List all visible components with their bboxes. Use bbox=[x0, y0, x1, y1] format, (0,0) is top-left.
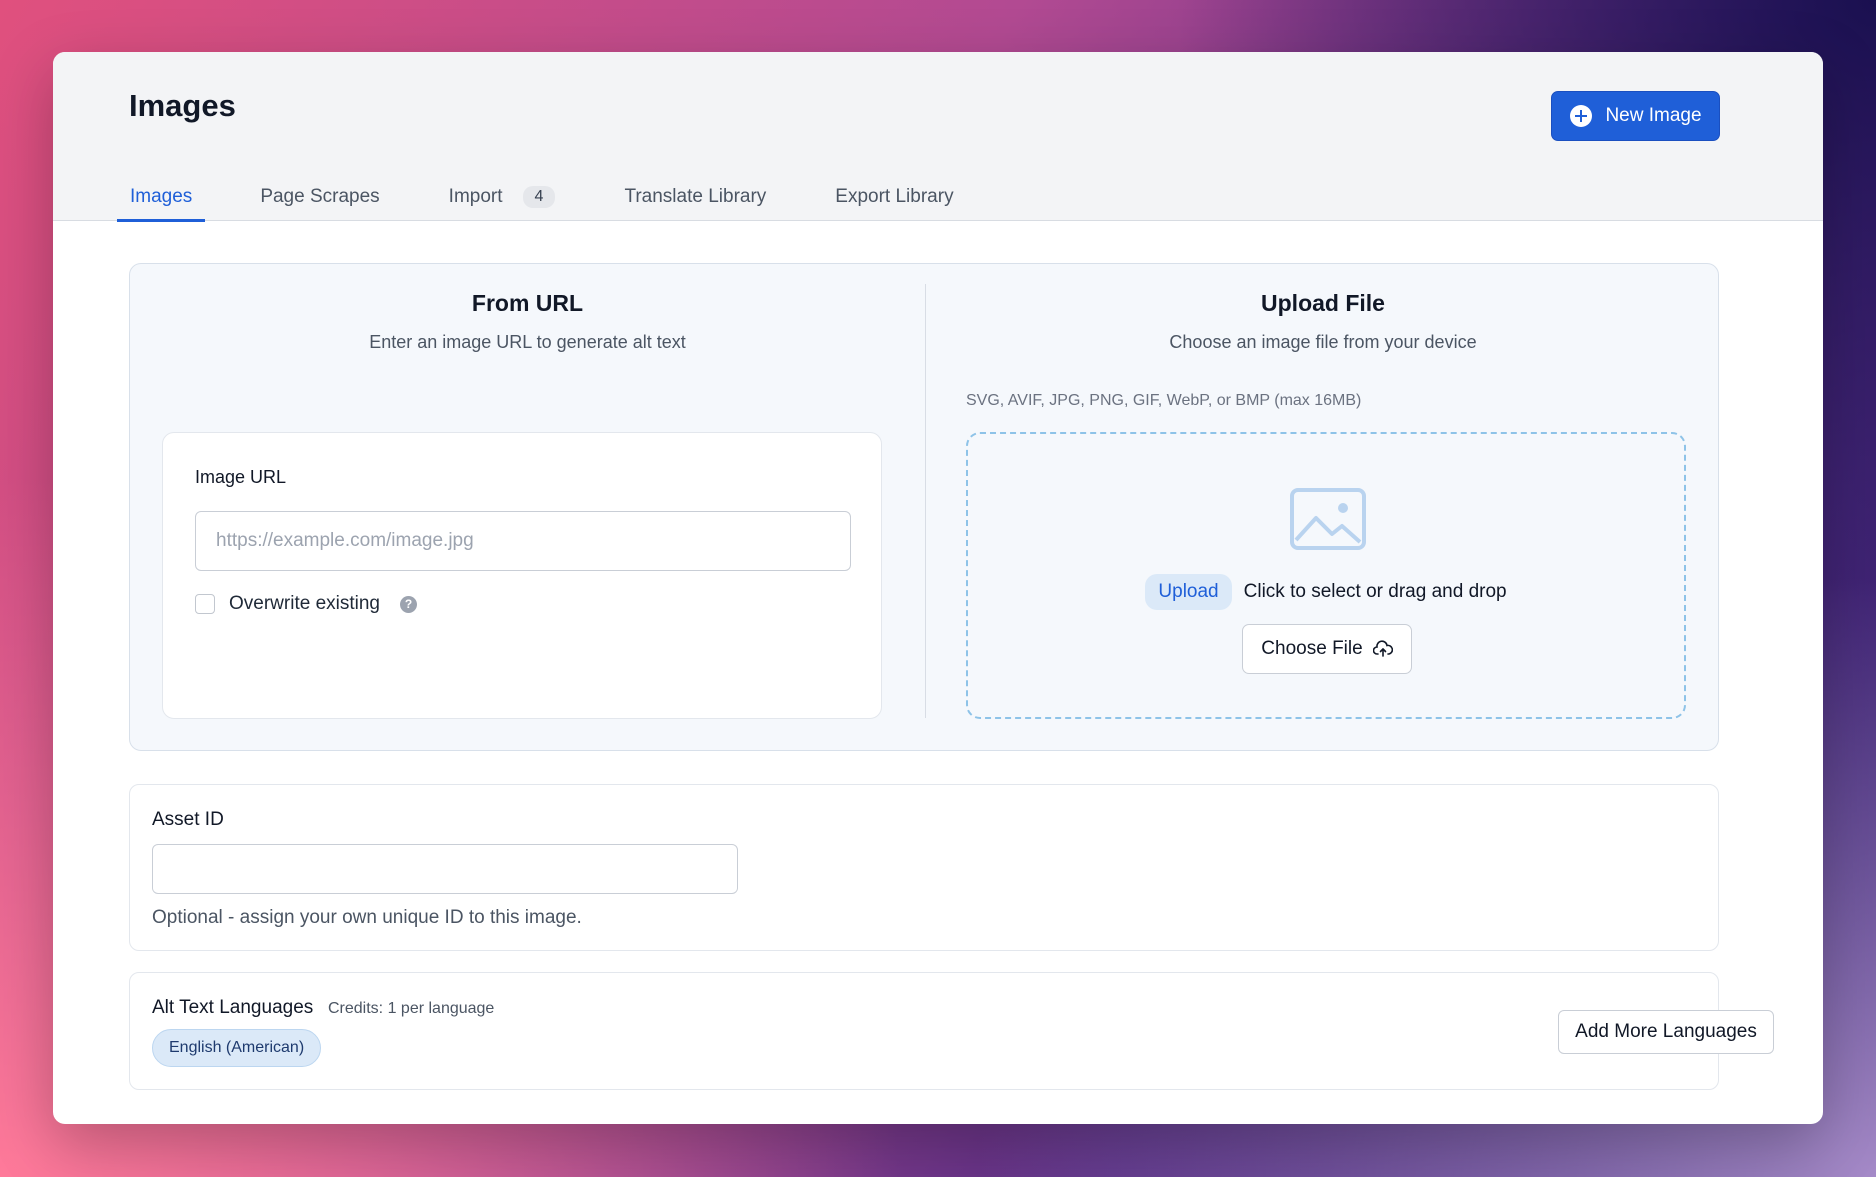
asset-id-input[interactable] bbox=[152, 844, 738, 894]
overwrite-row: Overwrite existing ? bbox=[195, 593, 417, 615]
page-header: Images New Image Images Page Scrapes Imp… bbox=[53, 52, 1823, 222]
from-url-subtitle: Enter an image URL to generate alt text bbox=[369, 332, 686, 352]
image-source-panel: From URL Enter an image URL to generate … bbox=[129, 263, 1719, 751]
asset-id-label: Asset ID bbox=[152, 809, 224, 830]
tab-export-library[interactable]: Export Library bbox=[822, 172, 966, 221]
tab-label: Images bbox=[130, 185, 193, 207]
tab-bar: Images Page Scrapes Import 4 Translate L… bbox=[117, 172, 967, 222]
overwrite-label: Overwrite existing bbox=[229, 593, 380, 614]
tab-label: Page Scrapes bbox=[260, 185, 380, 207]
tab-label: Import bbox=[448, 185, 503, 207]
tab-import[interactable]: Import 4 bbox=[436, 172, 569, 221]
add-languages-button[interactable]: Add More Languages bbox=[1558, 1010, 1774, 1054]
app-window: Images New Image Images Page Scrapes Imp… bbox=[53, 52, 1823, 1124]
tab-page-scrapes[interactable]: Page Scrapes bbox=[247, 172, 392, 221]
import-count-badge: 4 bbox=[522, 185, 556, 208]
tab-translate-library[interactable]: Translate Library bbox=[611, 172, 779, 221]
overwrite-checkbox[interactable] bbox=[195, 594, 215, 614]
asset-id-card: Asset ID Optional - assign your own uniq… bbox=[129, 784, 1719, 951]
tab-label: Translate Library bbox=[624, 185, 767, 207]
asset-id-help: Optional - assign your own unique ID to … bbox=[152, 907, 582, 928]
dropzone-instructions: Upload Click to select or drag and drop bbox=[968, 574, 1684, 610]
page-title: Images bbox=[129, 88, 236, 123]
new-image-label: New Image bbox=[1605, 105, 1702, 126]
from-url-title: From URL bbox=[471, 290, 584, 316]
dropzone-text: Click to select or drag and drop bbox=[1243, 581, 1507, 602]
upload-file-subtitle: Choose an image file from your device bbox=[1169, 332, 1477, 352]
languages-credits: Credits: 1 per language bbox=[328, 1000, 495, 1017]
choose-file-button[interactable]: Choose File bbox=[1242, 624, 1412, 674]
cloud-upload-icon bbox=[1372, 640, 1393, 657]
tab-label: Export Library bbox=[835, 185, 954, 207]
image-url-label: Image URL bbox=[195, 467, 287, 487]
languages-label: Alt Text Languages bbox=[152, 997, 314, 1018]
language-chip[interactable]: English (American) bbox=[152, 1029, 322, 1067]
accepted-formats: SVG, AVIF, JPG, PNG, GIF, WebP, or BMP (… bbox=[966, 392, 1362, 409]
upload-file-title: Upload File bbox=[1261, 290, 1385, 316]
new-image-button[interactable]: New Image bbox=[1551, 91, 1720, 141]
plus-circle-icon bbox=[1570, 105, 1593, 127]
tab-images[interactable]: Images bbox=[117, 172, 206, 222]
file-dropzone[interactable]: Upload Click to select or drag and drop … bbox=[966, 432, 1686, 719]
alt-text-languages-card: Alt Text Languages Credits: 1 per langua… bbox=[129, 972, 1774, 1090]
url-form-card: Image URL Overwrite existing ? bbox=[162, 432, 882, 719]
image-icon bbox=[1290, 488, 1366, 550]
upload-link[interactable]: Upload bbox=[1145, 574, 1232, 610]
question-circle-icon[interactable]: ? bbox=[400, 595, 417, 613]
choose-file-label: Choose File bbox=[1261, 638, 1363, 659]
image-url-input[interactable] bbox=[195, 511, 851, 571]
